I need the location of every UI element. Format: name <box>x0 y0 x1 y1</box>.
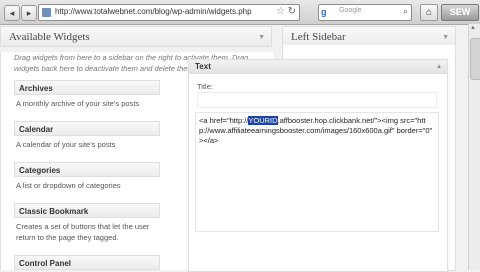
widget-archives-desc: A monthly archive of your site's posts <box>16 99 140 108</box>
widget-archives[interactable]: Archives <box>14 80 160 95</box>
text-widget-form[interactable]: Text ▲ Title: <a href="http://YOURID.aff… <box>188 59 448 272</box>
text-widget-header[interactable]: Text ▲ <box>189 60 447 74</box>
content-textarea[interactable]: <a href="http://YOURID.affbooster.hop.cl… <box>195 112 439 232</box>
widget-categories[interactable]: Categories <box>14 162 160 177</box>
collapse-arrow-icon[interactable]: ▲ <box>436 60 442 74</box>
content-before: <a href="http:// <box>199 116 249 125</box>
url-text: http://www.totalwebnet.com/blog/wp-admin… <box>55 7 252 16</box>
bookmark-star-icon[interactable]: ☆ <box>276 6 285 17</box>
collapse-arrow-icon[interactable]: ▼ <box>258 27 265 48</box>
scroll-thumb[interactable] <box>470 38 480 80</box>
widget-categories-desc: A list or dropdown of categories <box>16 181 121 190</box>
selected-text: YOURID <box>248 116 278 125</box>
reload-icon[interactable]: ↻ <box>288 6 296 17</box>
title-label: Title: <box>197 82 213 91</box>
address-bar[interactable]: http://www.totalwebnet.com/blog/wp-admin… <box>38 4 300 21</box>
available-widgets-header[interactable]: Available Widgets ▼ <box>0 26 272 47</box>
widget-calendar-desc: A calendar of your site's posts <box>16 140 116 149</box>
extension-button[interactable]: SEW <box>441 4 479 21</box>
search-icon[interactable]: ⌕ <box>403 6 408 17</box>
widget-control-panel[interactable]: Control Panel <box>14 255 160 270</box>
left-sidebar-header[interactable]: Left Sidebar ▼ <box>282 26 456 47</box>
available-widgets-title: Available Widgets <box>9 31 90 43</box>
forward-icon[interactable]: ▸ <box>21 5 37 21</box>
widget-calendar[interactable]: Calendar <box>14 121 160 136</box>
browser-toolbar: ◂ ▸ http://www.totalwebnet.com/blog/wp-a… <box>0 0 480 25</box>
page-scrollbar[interactable]: ▲ <box>468 24 480 270</box>
search-bar[interactable]: g Google ⌕ <box>318 4 412 21</box>
text-widget-title: Text <box>195 62 211 71</box>
search-placeholder: Google <box>339 7 362 14</box>
favicon-icon <box>42 8 51 17</box>
scroll-up-icon[interactable]: ▲ <box>470 25 476 31</box>
home-icon[interactable]: ⌂ <box>420 4 438 21</box>
widget-classic-bookmark[interactable]: Classic Bookmark <box>14 203 160 218</box>
google-icon: g <box>321 7 331 17</box>
back-icon[interactable]: ◂ <box>4 5 20 21</box>
widget-classic-bookmark-desc: Creates a set of buttons that let the us… <box>16 222 150 242</box>
title-input[interactable] <box>197 92 437 108</box>
left-sidebar-title: Left Sidebar <box>291 31 346 43</box>
